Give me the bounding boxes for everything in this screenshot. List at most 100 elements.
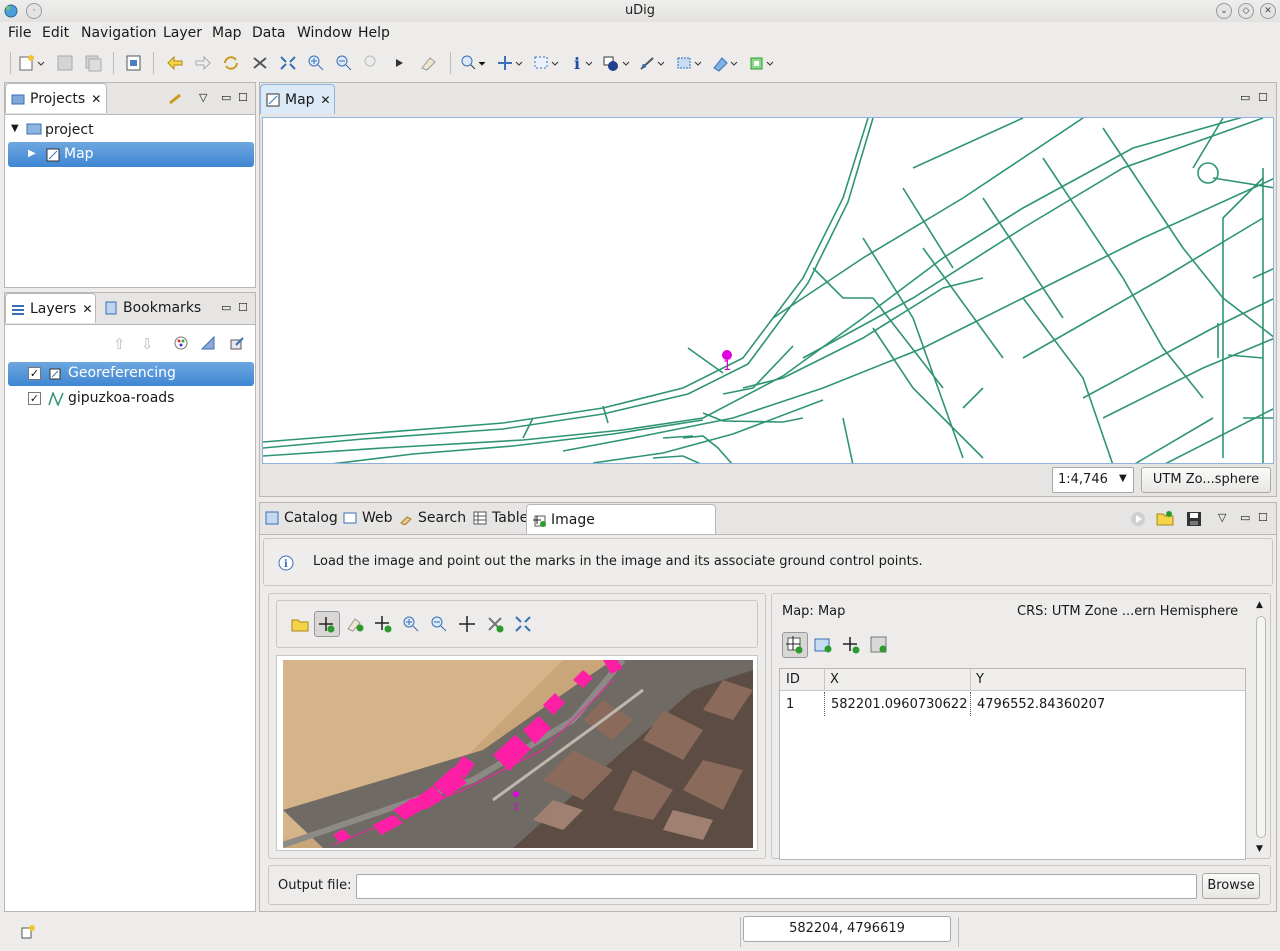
close-icon[interactable]: ✕ [321, 93, 331, 107]
column-y[interactable]: Y [976, 672, 984, 687]
fast-view-icon[interactable] [20, 924, 36, 940]
tree-expand-map[interactable]: ▶ [28, 148, 36, 159]
move-down-icon[interactable]: ⇩ [141, 335, 154, 353]
menu-help[interactable]: Help [358, 25, 390, 41]
save-icon[interactable] [1186, 511, 1202, 527]
tab-map[interactable]: Map ✕ [260, 84, 335, 114]
run-icon[interactable] [1130, 511, 1146, 527]
menu-window[interactable]: Window [297, 25, 352, 41]
zoom-tool-icon[interactable] [459, 54, 489, 72]
back-icon[interactable] [165, 54, 185, 72]
scale-combo[interactable]: 1:4,746 ▼ [1052, 467, 1134, 493]
edit-tool-icon[interactable] [639, 54, 669, 72]
zoom-out-icon[interactable] [334, 54, 354, 72]
tab-search[interactable]: Search [394, 503, 466, 533]
pan-tool-icon[interactable] [496, 54, 526, 72]
crs-button[interactable]: UTM Zo...sphere [1141, 467, 1271, 493]
clear-icon[interactable] [418, 54, 438, 72]
select-tool-icon[interactable] [532, 54, 562, 72]
maximize-button[interactable]: ◇ [1238, 3, 1254, 19]
zoom-extent-icon[interactable] [278, 54, 298, 72]
browse-button[interactable]: Browse [1202, 873, 1260, 899]
tab-web[interactable]: Web [338, 503, 393, 533]
forward-icon[interactable] [193, 54, 213, 72]
save-all-icon[interactable] [83, 54, 103, 72]
open-image-icon[interactable] [291, 616, 309, 632]
image-preview[interactable]: 1 [276, 655, 758, 851]
maximize-icon[interactable]: ☐ [1258, 511, 1268, 524]
add-point-icon[interactable] [314, 611, 340, 637]
zoom-in-icon[interactable] [402, 615, 420, 633]
move-point-icon[interactable] [374, 615, 392, 633]
layer-props-icon[interactable] [229, 335, 245, 351]
clear-points-icon[interactable] [486, 615, 504, 633]
map-add-point-icon[interactable] [782, 632, 808, 658]
cad-tool-icon[interactable] [711, 54, 741, 72]
scroll-down-icon[interactable]: ▼ [1256, 844, 1263, 854]
menu-data[interactable]: Data [252, 25, 285, 41]
delete-point-icon[interactable] [346, 615, 364, 633]
tab-catalog[interactable]: Catalog [260, 503, 338, 533]
output-file-input[interactable] [356, 874, 1197, 899]
layer-row-georeferencing[interactable]: ✓ Georeferencing [8, 362, 254, 386]
minimize-icon[interactable]: ▭ [1240, 91, 1250, 104]
triangle-icon[interactable] [200, 335, 216, 351]
minimize-button[interactable]: ⌄ [1216, 3, 1232, 19]
view-menu-icon[interactable]: ▽ [199, 91, 207, 104]
scroll-up-icon[interactable]: ▲ [1256, 600, 1263, 610]
geometry-tool-icon[interactable] [748, 54, 778, 72]
move-up-icon[interactable]: ⇧ [113, 335, 126, 353]
zoom-selection-icon[interactable] [362, 54, 382, 72]
maximize-icon[interactable]: ☐ [1258, 91, 1268, 104]
zoom-in-icon[interactable] [306, 54, 326, 72]
column-x[interactable]: X [830, 672, 839, 687]
minimize-icon[interactable]: ▭ [221, 91, 231, 104]
map-delete-point-icon[interactable] [814, 636, 832, 654]
column-id[interactable]: ID [786, 672, 800, 687]
new-icon[interactable] [18, 54, 46, 72]
feature-tool-icon[interactable] [602, 54, 634, 72]
layer-checkbox[interactable]: ✓ [28, 392, 41, 405]
stop-icon[interactable] [250, 54, 270, 72]
map-canvas[interactable]: 1 [262, 117, 1274, 464]
minimize-icon[interactable]: ▭ [1240, 511, 1250, 524]
scroll-thumb[interactable] [1256, 616, 1266, 838]
save-icon[interactable] [55, 54, 75, 72]
tab-bookmarks[interactable]: Bookmarks [99, 293, 201, 323]
table-row[interactable]: 1 582201.0960730622 4796552.84360207 [780, 692, 1245, 716]
menu-navigation[interactable]: Navigation [81, 25, 157, 41]
vertex-tool-icon[interactable] [675, 54, 705, 72]
info-tool-icon[interactable]: i [568, 54, 598, 72]
pan-icon[interactable] [458, 615, 476, 633]
minimize-icon[interactable]: ▭ [221, 301, 231, 314]
tab-projects[interactable]: Projects ✕ [5, 83, 107, 113]
map-clear-icon[interactable] [870, 636, 888, 654]
open-folder-icon[interactable] [1156, 510, 1174, 526]
refresh-icon[interactable] [221, 54, 241, 72]
view-menu-icon[interactable]: ▽ [1218, 511, 1226, 524]
tab-image-georeferencing[interactable]: Image Georeferencing✕ [526, 504, 716, 558]
tab-table[interactable]: Table [468, 503, 528, 533]
layer-row-gipuzkoa-roads[interactable]: ✓ gipuzkoa-roads [8, 387, 254, 411]
maximize-icon[interactable]: ☐ [238, 91, 248, 104]
next-icon[interactable] [390, 54, 410, 72]
menu-file[interactable]: File [8, 25, 31, 41]
menu-edit[interactable]: Edit [42, 25, 69, 41]
close-icon[interactable]: ✕ [82, 302, 92, 316]
tab-layers[interactable]: Layers ✕ [5, 293, 96, 323]
menu-map[interactable]: Map [212, 25, 242, 41]
menu-layer[interactable]: Layer [163, 25, 202, 41]
layer-checkbox[interactable]: ✓ [28, 367, 41, 380]
tree-item-map[interactable]: ▶ Map [8, 142, 254, 167]
tree-expand-project[interactable]: ▼ [11, 123, 19, 134]
style-icon[interactable] [173, 335, 189, 351]
vertical-scrollbar[interactable]: ▲ ▼ [1254, 600, 1268, 858]
maximize-icon[interactable]: ☐ [238, 301, 248, 314]
map-move-point-icon[interactable] [842, 636, 860, 654]
tree-item-project[interactable]: project [45, 122, 94, 138]
import-icon[interactable] [124, 54, 144, 72]
close-button[interactable]: ✕ [1260, 3, 1276, 19]
link-icon[interactable] [167, 91, 183, 107]
zoom-extent-icon[interactable] [514, 615, 532, 633]
close-icon[interactable]: ✕ [91, 92, 101, 106]
